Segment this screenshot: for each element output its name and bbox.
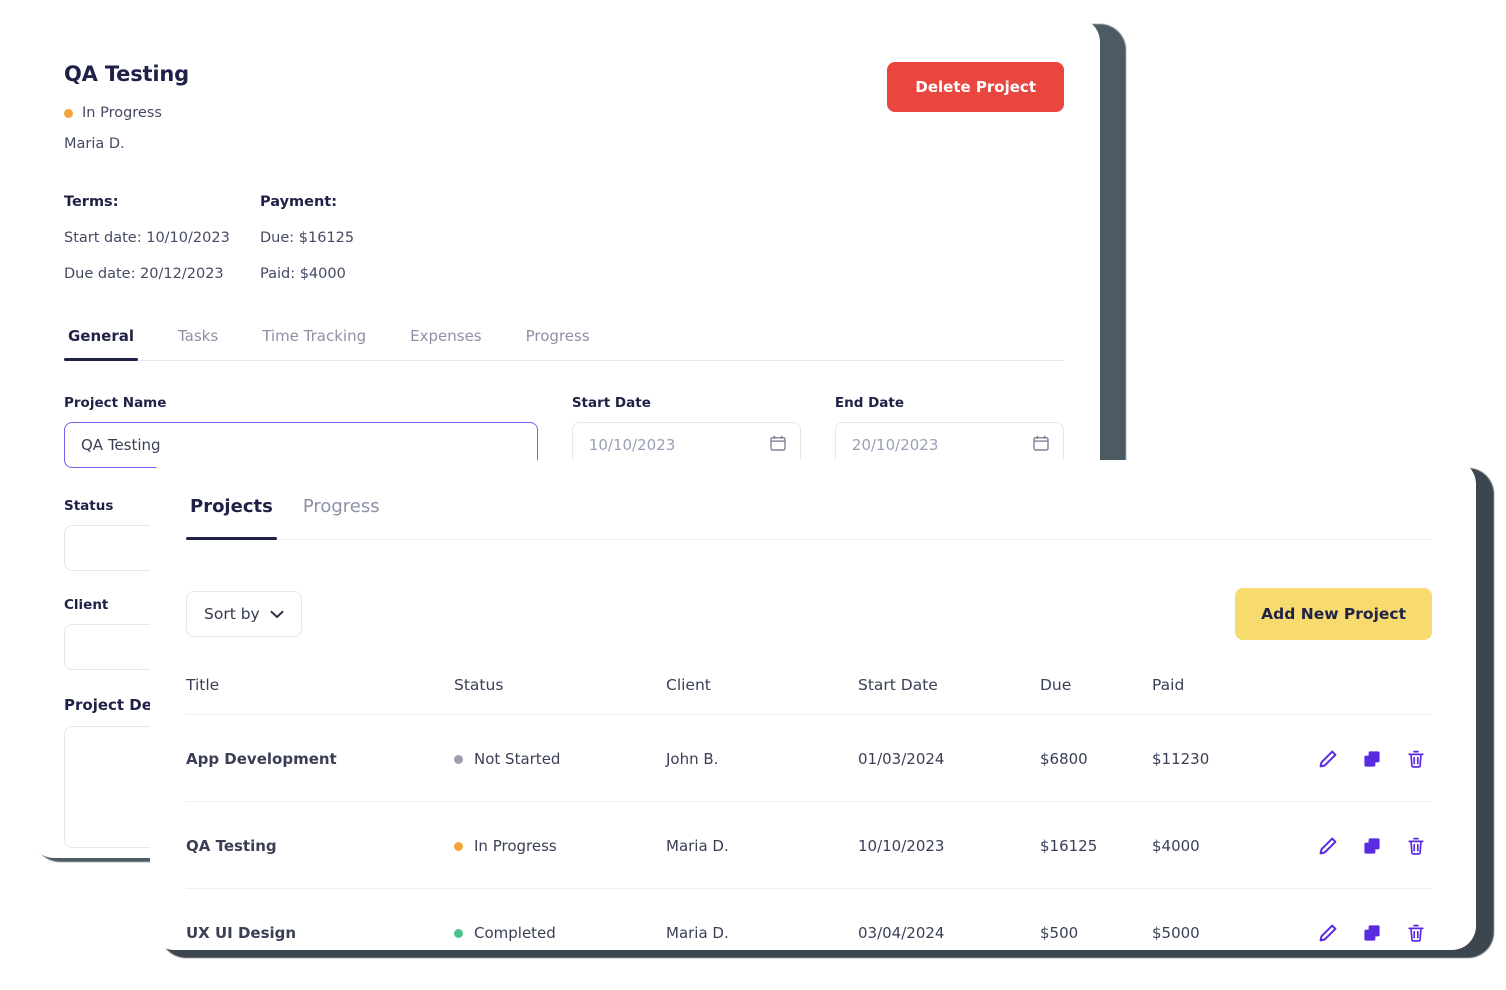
sort-by-dropdown[interactable]: Sort by xyxy=(186,591,302,637)
tab-projects[interactable]: Projects xyxy=(186,496,277,539)
duplicate-icon[interactable] xyxy=(1362,836,1382,856)
delete-project-button[interactable]: Delete Project xyxy=(887,62,1064,112)
delete-icon[interactable] xyxy=(1406,836,1426,856)
cell-status: In Progress xyxy=(454,802,666,889)
delete-icon[interactable] xyxy=(1406,923,1426,943)
cell-paid: $4000 xyxy=(1152,802,1312,889)
terms-payment-summary: Terms: Payment: Start date: 10/10/2023 D… xyxy=(64,194,1064,282)
status-dot-icon xyxy=(64,109,73,118)
cell-due: $6800 xyxy=(1040,715,1152,802)
edit-icon[interactable] xyxy=(1318,836,1338,856)
cell-actions xyxy=(1312,889,1432,976)
cell-title: App Development xyxy=(186,715,454,802)
duplicate-icon[interactable] xyxy=(1362,923,1382,943)
column-header-paid[interactable]: Paid xyxy=(1152,676,1312,715)
status-dot-icon xyxy=(454,755,463,764)
project-owner: Maria D. xyxy=(64,136,189,152)
column-header-status[interactable]: Status xyxy=(454,676,666,715)
table-header-row: Title Status Client Start Date Due Paid xyxy=(186,676,1432,715)
cell-start-date: 01/03/2024 xyxy=(858,715,1040,802)
projects-table: Title Status Client Start Date Due Paid … xyxy=(186,676,1432,975)
cell-status: Completed xyxy=(454,889,666,976)
duplicate-icon[interactable] xyxy=(1362,749,1382,769)
terms-start-date: Start date: 10/10/2023 xyxy=(64,230,260,246)
list-toolbar: Sort by Add New Project xyxy=(186,588,1432,640)
end-date-label: End Date xyxy=(835,395,1064,411)
table-row[interactable]: QA Testing In Progress Maria D. 10/10/20… xyxy=(186,802,1432,889)
column-header-title[interactable]: Title xyxy=(186,676,454,715)
edit-icon[interactable] xyxy=(1318,923,1338,943)
cell-actions xyxy=(1312,802,1432,889)
end-date-field: End Date 20/10/2023 xyxy=(835,395,1064,468)
cell-start-date: 10/10/2023 xyxy=(858,802,1040,889)
cell-client: Maria D. xyxy=(666,802,858,889)
cell-start-date: 03/04/2024 xyxy=(858,889,1040,976)
list-tabs: Projects Progress xyxy=(186,496,1432,540)
tab-tasks[interactable]: Tasks xyxy=(174,327,222,360)
tab-general[interactable]: General xyxy=(64,327,138,360)
sort-by-label: Sort by xyxy=(204,605,260,623)
payment-paid: Paid: $4000 xyxy=(260,266,1064,282)
detail-header: QA Testing In Progress Maria D. Delete P… xyxy=(64,62,1064,152)
add-new-project-button[interactable]: Add New Project xyxy=(1235,588,1432,640)
cell-client: Maria D. xyxy=(666,889,858,976)
cell-paid: $11230 xyxy=(1152,715,1312,802)
delete-icon[interactable] xyxy=(1406,749,1426,769)
project-name-field: Project Name QA Testing xyxy=(64,395,538,468)
cell-due: $500 xyxy=(1040,889,1152,976)
chevron-down-icon xyxy=(270,605,284,623)
project-name-label: Project Name xyxy=(64,395,538,411)
status-text: In Progress xyxy=(474,837,557,855)
tab-expenses[interactable]: Expenses xyxy=(406,327,485,360)
project-status: In Progress xyxy=(64,105,189,121)
page-title: QA Testing xyxy=(64,62,189,86)
payment-header: Payment: xyxy=(260,194,1064,210)
cell-title: UX UI Design xyxy=(186,889,454,976)
terms-due-date: Due date: 20/12/2023 xyxy=(64,266,260,282)
status-dot-icon xyxy=(454,842,463,851)
status-text: Not Started xyxy=(474,750,560,768)
cell-status: Not Started xyxy=(454,715,666,802)
column-header-actions xyxy=(1312,676,1432,715)
start-date-label: Start Date xyxy=(572,395,801,411)
detail-form-row-1: Project Name QA Testing Start Date 10/10… xyxy=(64,395,1064,468)
status-text: Completed xyxy=(474,924,556,942)
cell-actions xyxy=(1312,715,1432,802)
start-date-field: Start Date 10/10/2023 xyxy=(572,395,801,468)
projects-list-card: Projects Progress Sort by Add New Projec… xyxy=(150,460,1476,950)
column-header-client[interactable]: Client xyxy=(666,676,858,715)
column-header-due[interactable]: Due xyxy=(1040,676,1152,715)
tab-progress[interactable]: Progress xyxy=(522,327,594,360)
cell-client: John B. xyxy=(666,715,858,802)
column-header-start-date[interactable]: Start Date xyxy=(858,676,1040,715)
table-row[interactable]: App Development Not Started John B. 01/0… xyxy=(186,715,1432,802)
table-row[interactable]: UX UI Design Completed Maria D. 03/04/20… xyxy=(186,889,1432,976)
cell-title: QA Testing xyxy=(186,802,454,889)
terms-header: Terms: xyxy=(64,194,260,210)
edit-icon[interactable] xyxy=(1318,749,1338,769)
tab-list-progress[interactable]: Progress xyxy=(299,496,384,539)
cell-paid: $5000 xyxy=(1152,889,1312,976)
screen: QA Testing In Progress Maria D. Delete P… xyxy=(0,0,1506,990)
status-dot-icon xyxy=(454,929,463,938)
detail-tabs: General Tasks Time Tracking Expenses Pro… xyxy=(64,327,1064,361)
cell-due: $16125 xyxy=(1040,802,1152,889)
payment-due: Due: $16125 xyxy=(260,230,1064,246)
tab-time-tracking[interactable]: Time Tracking xyxy=(258,327,370,360)
status-label: In Progress xyxy=(82,105,162,121)
